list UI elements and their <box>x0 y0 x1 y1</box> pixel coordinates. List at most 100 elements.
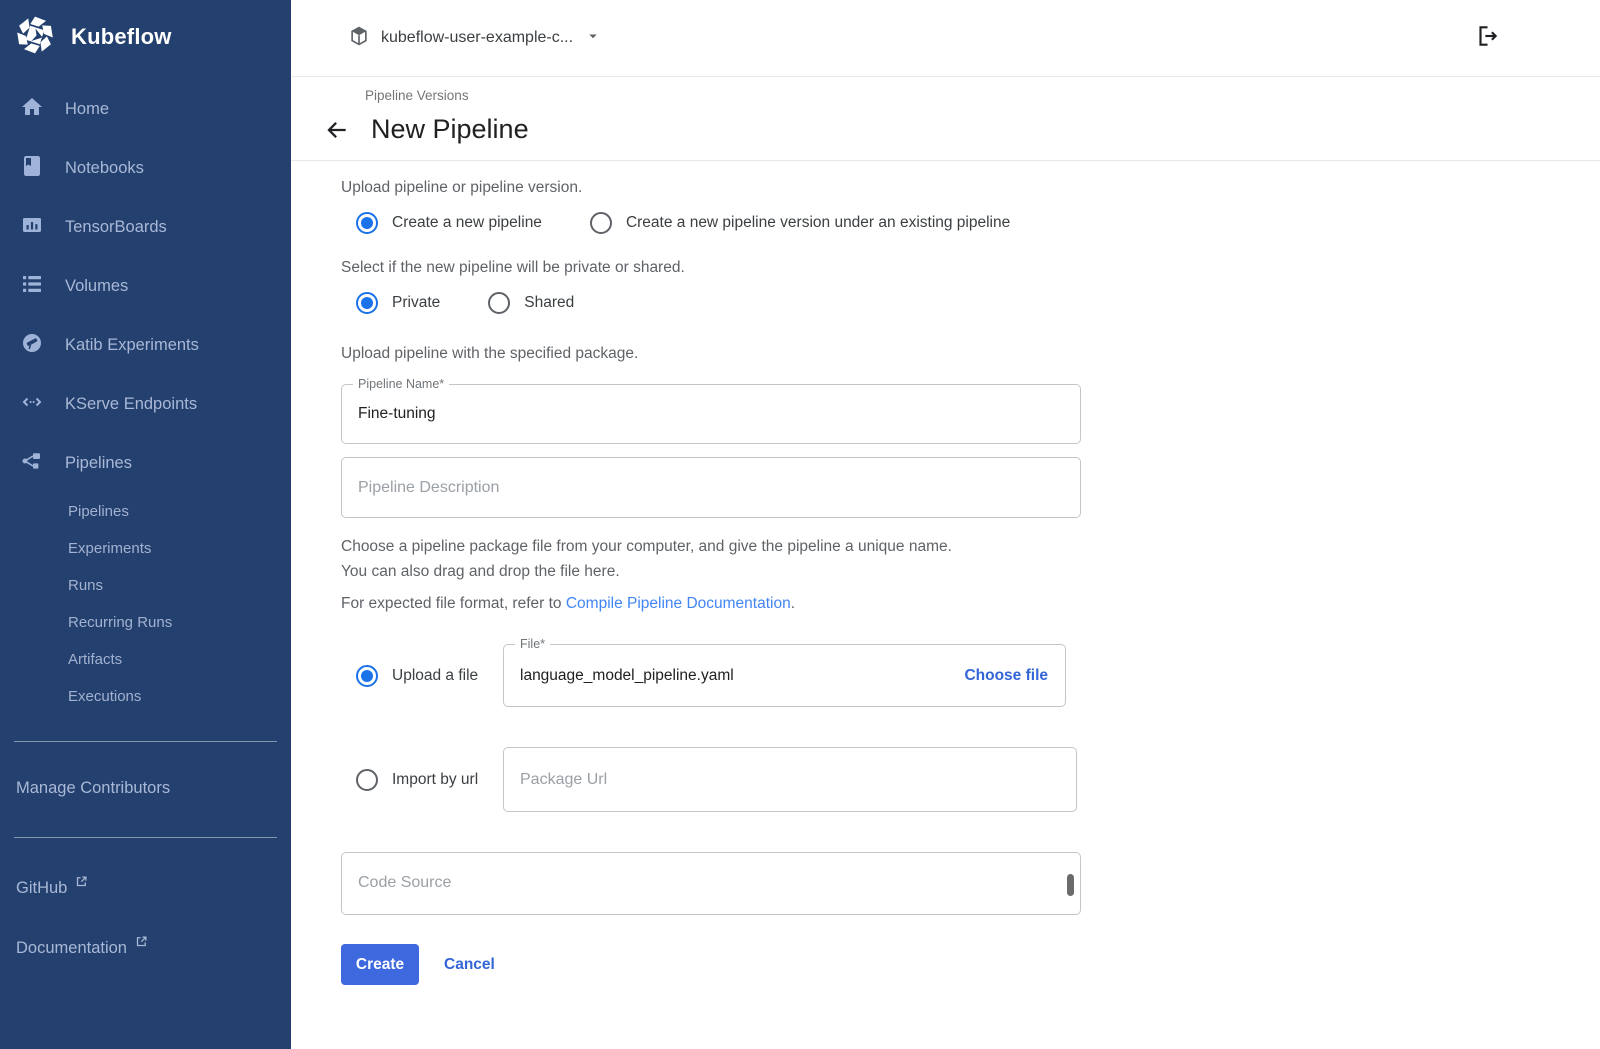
sidebar-item-label: KServe Endpoints <box>65 395 197 414</box>
sidebar-item-katib-experiments[interactable]: Katib Experiments <box>0 316 291 375</box>
radio-upload-file[interactable] <box>356 665 378 687</box>
sidebar-divider <box>14 837 277 838</box>
page-title: New Pipeline <box>371 114 529 145</box>
sidebar-item-pipelines[interactable]: Pipelines <box>0 434 291 493</box>
github-label: GitHub <box>16 879 67 898</box>
sub-item-label: Pipelines <box>68 503 129 520</box>
sidebar-link-github[interactable]: GitHub <box>0 868 291 908</box>
namespace-label: kubeflow-user-example-c... <box>381 29 573 47</box>
sidebar-subitem-experiments[interactable]: Experiments <box>0 530 291 567</box>
kubeflow-logo-icon <box>14 14 56 61</box>
breadcrumb[interactable]: Pipeline Versions <box>365 79 1600 103</box>
topbar: kubeflow-user-example-c... <box>291 0 1600 77</box>
radio-upload-file-label[interactable]: Upload a file <box>392 667 503 685</box>
file-field: File* Choose file <box>503 644 1066 707</box>
radio-create-new-version-label[interactable]: Create a new pipeline version under an e… <box>626 214 1010 232</box>
file-format-note: For expected file format, refer to Compi… <box>341 595 1191 613</box>
cancel-button[interactable]: Cancel <box>444 956 495 974</box>
chevron-down-icon <box>584 27 602 50</box>
package-url-input[interactable] <box>504 748 1076 811</box>
format-note-period: . <box>791 595 795 612</box>
sidebar-item-home[interactable]: Home <box>0 80 291 139</box>
page-header: Pipeline Versions New Pipeline <box>291 77 1600 161</box>
namespace-selector[interactable]: kubeflow-user-example-c... <box>348 25 602 52</box>
pipelines-sub-nav: Pipelines Experiments Runs Recurring Run… <box>0 493 291 715</box>
documentation-label: Documentation <box>16 939 127 958</box>
sidebar-item-label: TensorBoards <box>65 218 167 237</box>
kubeflow-logo[interactable]: Kubeflow <box>0 0 291 74</box>
radio-create-new-version[interactable] <box>590 212 612 234</box>
create-button[interactable]: Create <box>341 944 419 985</box>
choose-file-button[interactable]: Choose file <box>964 667 1048 685</box>
sidebar-item-label: Home <box>65 100 109 119</box>
sidebar-link-documentation[interactable]: Documentation <box>0 928 291 968</box>
storage-icon <box>20 272 44 301</box>
sidebar-item-label: Notebooks <box>65 159 144 178</box>
radio-create-new-pipeline[interactable] <box>356 212 378 234</box>
format-note-text: For expected file format, refer to <box>341 595 566 612</box>
cube-icon <box>348 25 370 52</box>
sidebar-item-label: Pipelines <box>65 454 132 473</box>
sidebar-nav: Home Notebooks TensorBoards Volumes Kati… <box>0 80 291 715</box>
scrollbar-thumb[interactable] <box>1067 874 1074 896</box>
sub-item-label: Recurring Runs <box>68 614 172 631</box>
sub-item-label: Artifacts <box>68 651 122 668</box>
new-pipeline-form: Upload pipeline or pipeline version. Cre… <box>291 161 1191 985</box>
pipeline-description-field <box>341 457 1081 518</box>
logout-icon <box>1474 23 1500 54</box>
radio-shared-label[interactable]: Shared <box>524 294 574 312</box>
section-upload-type-label: Upload pipeline or pipeline version. <box>341 178 1191 198</box>
radio-import-url[interactable] <box>356 769 378 791</box>
radio-private[interactable] <box>356 292 378 314</box>
notebook-icon <box>20 154 44 183</box>
form-actions: Create Cancel <box>341 944 1191 985</box>
katib-icon <box>20 331 44 360</box>
package-url-field <box>503 747 1077 812</box>
radio-private-label[interactable]: Private <box>392 294 440 312</box>
sidebar-subitem-executions[interactable]: Executions <box>0 678 291 715</box>
manage-contributors-label: Manage Contributors <box>16 779 170 798</box>
package-help-text: Choose a pipeline package file from your… <box>341 535 1191 584</box>
sidebar-item-manage-contributors[interactable]: Manage Contributors <box>0 768 291 808</box>
sidebar-subitem-artifacts[interactable]: Artifacts <box>0 641 291 678</box>
code-source-field <box>341 852 1081 915</box>
pipeline-name-label: Pipeline Name* <box>353 377 449 392</box>
sidebar-divider <box>14 741 277 742</box>
main-area: kubeflow-user-example-c... Pipeline Vers… <box>291 0 1600 1049</box>
pipeline-name-input[interactable] <box>342 385 1080 443</box>
pipeline-description-input[interactable] <box>342 458 1080 517</box>
sidebar-subitem-runs[interactable]: Runs <box>0 567 291 604</box>
endpoints-icon <box>20 390 44 419</box>
section-package-label: Upload pipeline with the specified packa… <box>341 344 1191 364</box>
back-button[interactable] <box>322 115 352 145</box>
sidebar-item-label: Katib Experiments <box>65 336 199 355</box>
visibility-radio-group: Private Shared <box>341 292 1191 314</box>
sidebar-item-notebooks[interactable]: Notebooks <box>0 139 291 198</box>
radio-shared[interactable] <box>488 292 510 314</box>
sidebar-item-label: Volumes <box>65 277 128 296</box>
sidebar-item-volumes[interactable]: Volumes <box>0 257 291 316</box>
sub-item-label: Experiments <box>68 540 151 557</box>
sidebar-subitem-pipelines[interactable]: Pipelines <box>0 493 291 530</box>
compile-pipeline-documentation-link[interactable]: Compile Pipeline Documentation <box>566 595 791 612</box>
sidebar-item-tensorboards[interactable]: TensorBoards <box>0 198 291 257</box>
home-icon <box>20 95 44 124</box>
sidebar-item-kserve-endpoints[interactable]: KServe Endpoints <box>0 375 291 434</box>
external-link-icon <box>75 874 88 893</box>
section-visibility-label: Select if the new pipeline will be priva… <box>341 258 1191 278</box>
sidebar: Kubeflow Home Notebooks TensorBoards Vol… <box>0 0 291 1049</box>
tensorboard-icon <box>20 213 44 242</box>
pipelines-icon <box>20 449 44 478</box>
pipeline-name-field: Pipeline Name* <box>341 384 1081 444</box>
upload-type-radio-group: Create a new pipeline Create a new pipel… <box>341 212 1191 234</box>
radio-create-new-pipeline-label[interactable]: Create a new pipeline <box>392 214 542 232</box>
file-label: File* <box>515 637 550 652</box>
logout-button[interactable] <box>1474 23 1500 54</box>
help-line-2: You can also drag and drop the file here… <box>341 560 1191 585</box>
app-title: Kubeflow <box>71 24 172 50</box>
sub-item-label: Executions <box>68 688 141 705</box>
code-source-input[interactable] <box>342 853 1080 914</box>
import-url-row: Import by url <box>341 747 1191 812</box>
radio-import-url-label[interactable]: Import by url <box>392 771 503 789</box>
sidebar-subitem-recurring-runs[interactable]: Recurring Runs <box>0 604 291 641</box>
